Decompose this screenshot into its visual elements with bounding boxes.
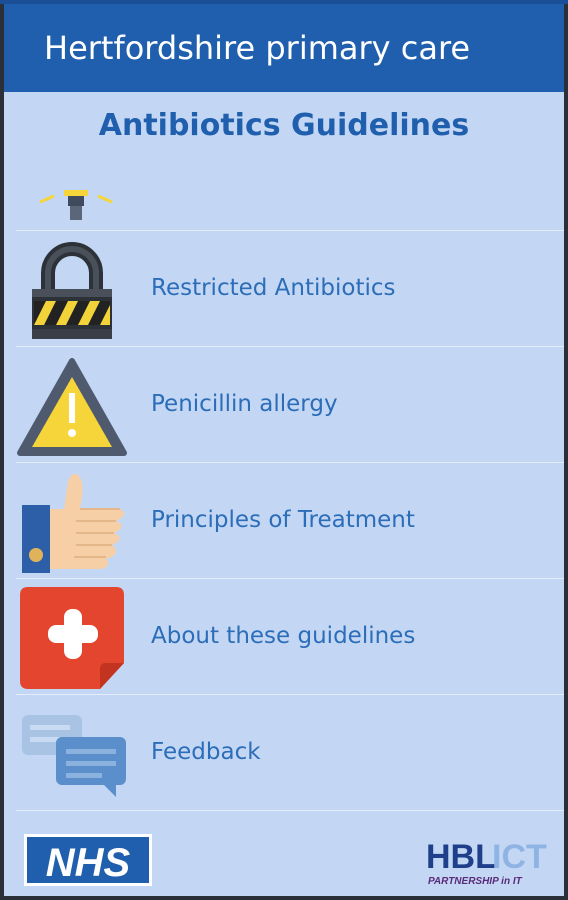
lamp-icon: [39, 190, 113, 220]
nhs-logo: NHS: [24, 834, 152, 886]
menu-item-label: About these guidelines: [151, 623, 416, 649]
svg-text:PARTNERSHIP in IT: PARTNERSHIP in IT: [428, 876, 523, 887]
menu-item-label: Penicillin allergy: [151, 391, 338, 417]
divider: [16, 810, 564, 811]
menu-item-about-these-guidelines[interactable]: About these guidelines: [4, 579, 564, 693]
app-window: Hertfordshire primary care Antibiotics G…: [4, 4, 564, 896]
first-aid-icon: [20, 587, 124, 689]
menu-item-principles-of-treatment[interactable]: Principles of Treatment: [4, 463, 564, 577]
page-heading: Antibiotics Guidelines: [98, 108, 470, 143]
menu-item-label: Feedback: [151, 739, 261, 765]
menu-item-label: Restricted Antibiotics: [151, 275, 396, 301]
padlock-icon: [32, 242, 112, 339]
hbl-ict-logo: HBL ICT PARTNERSHIP in IT: [426, 838, 547, 887]
app-title: Hertfordshire primary care: [44, 29, 471, 67]
menu-item-label: Principles of Treatment: [151, 507, 415, 533]
svg-text:HBL: HBL: [426, 838, 496, 876]
warning-icon: [17, 358, 127, 456]
menu-item-restricted-antibiotics[interactable]: Restricted Antibiotics: [4, 231, 564, 345]
app-bar: Hertfordshire primary care: [4, 4, 564, 92]
menu-item-feedback[interactable]: Feedback: [4, 695, 564, 809]
svg-text:NHS: NHS: [46, 841, 131, 885]
chat-bubbles-icon: [22, 715, 126, 797]
menu-item-penicillin-allergy[interactable]: Penicillin allergy: [4, 347, 564, 461]
svg-text:ICT: ICT: [492, 838, 547, 876]
footer: NHS HBL ICT PARTNERSHIP in IT: [4, 812, 564, 896]
thumbs-up-icon: [22, 473, 124, 573]
